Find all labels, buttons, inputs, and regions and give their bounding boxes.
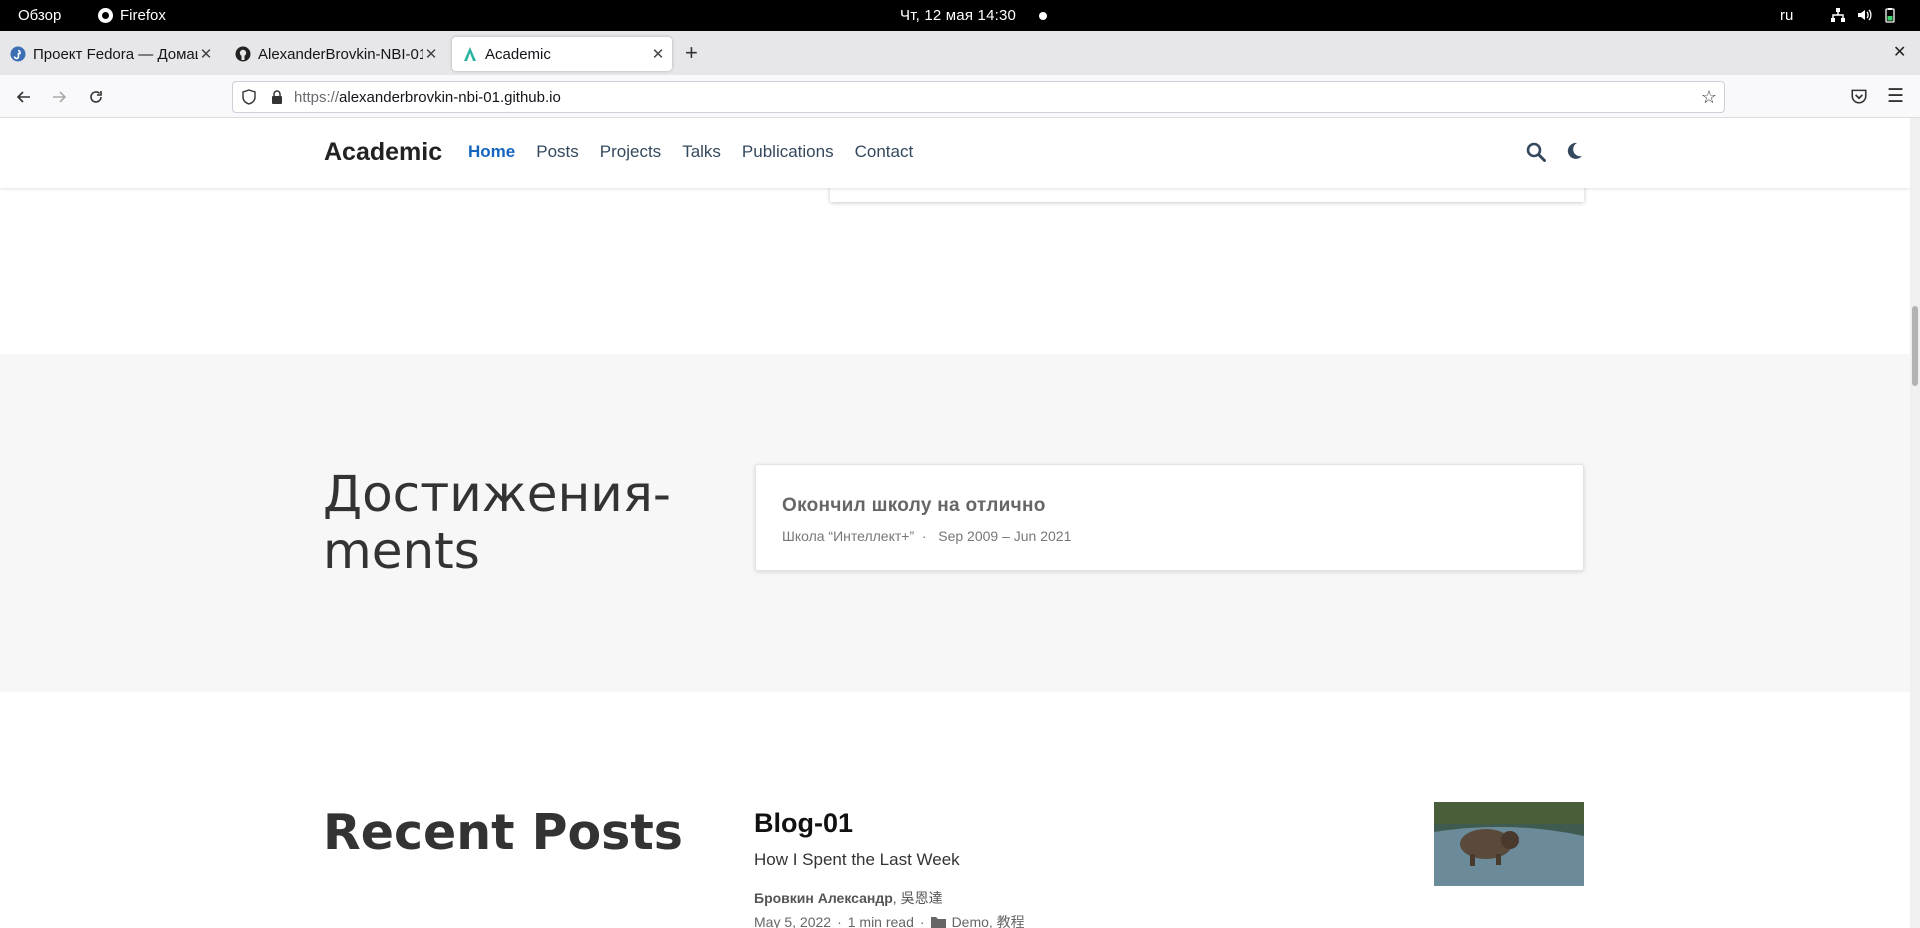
- shield-icon[interactable]: [241, 89, 257, 105]
- back-button[interactable]: [13, 86, 35, 108]
- achievement-card: Окончил школу на отлично Школа “Интеллек…: [755, 464, 1584, 571]
- post-summary[interactable]: How I Spent the Last Week: [754, 850, 960, 870]
- reload-button[interactable]: [85, 86, 107, 108]
- site-brand[interactable]: Academic: [324, 138, 442, 167]
- tab-strip: Проект Fedora — Домаш ✕ AlexanderBrovkin…: [0, 31, 1920, 75]
- network-icon: [1831, 8, 1845, 22]
- site-navbar: Academic Home Posts Projects Talks Publi…: [0, 118, 1910, 188]
- academic-icon: [464, 47, 476, 61]
- achievement-org: Школа “Интеллект+”: [782, 528, 915, 544]
- post-title-link[interactable]: Blog-01: [754, 808, 853, 839]
- app-name: Firefox: [120, 7, 166, 24]
- nav-publications[interactable]: Publications: [742, 142, 834, 162]
- achievement-title: Окончил школу на отлично: [782, 495, 1046, 516]
- achievements-section: Достижения- ments Окончил школу на отлич…: [0, 354, 1910, 692]
- volume-icon: [1858, 9, 1872, 21]
- nav-posts[interactable]: Posts: [536, 142, 579, 162]
- recent-posts-title: Recent Posts: [323, 804, 683, 861]
- tab-label: Проект Fedora — Домаш: [33, 45, 198, 63]
- post-author-link[interactable]: Бровкин Александр: [754, 890, 893, 906]
- github-icon: [235, 46, 251, 62]
- hamburger-menu-icon[interactable]: ☰: [1887, 85, 1904, 108]
- arrow-left-icon: [16, 91, 30, 103]
- system-tray[interactable]: [1830, 7, 1898, 23]
- close-icon[interactable]: ✕: [198, 45, 214, 63]
- post-categories[interactable]: Demo, 教程: [952, 912, 1025, 928]
- battery-icon: [1885, 8, 1895, 23]
- navigation-toolbar: https://alexanderbrovkin-nbi-01.github.i…: [0, 75, 1920, 118]
- forward-button[interactable]: [48, 86, 70, 108]
- nav-contact[interactable]: Contact: [855, 142, 914, 162]
- achievement-meta: Школа “Интеллект+” · Sep 2009 – Jun 2021: [782, 528, 1072, 544]
- notification-dot: [1039, 12, 1047, 20]
- post-date: May 5, 2022: [754, 914, 832, 928]
- activities-button[interactable]: Обзор: [18, 7, 61, 24]
- bookmark-star-icon[interactable]: ☆: [1701, 87, 1717, 108]
- lock-icon[interactable]: [269, 89, 285, 105]
- moon-icon[interactable]: [1565, 142, 1583, 160]
- page-viewport: Academic Home Posts Projects Talks Publi…: [0, 118, 1910, 928]
- nav-home[interactable]: Home: [468, 142, 515, 162]
- keyboard-layout-indicator[interactable]: ru: [1780, 7, 1793, 24]
- window-close-button[interactable]: ✕: [1893, 42, 1906, 62]
- close-icon[interactable]: ✕: [423, 45, 439, 63]
- scrollbar-thumb[interactable]: [1912, 306, 1918, 386]
- search-icon[interactable]: [1526, 142, 1546, 162]
- url-text: https://alexanderbrovkin-nbi-01.github.i…: [294, 89, 561, 106]
- post-meta: May 5, 2022 · 1 min read · Demo, 教程: [754, 912, 1025, 928]
- fedora-icon: [10, 46, 26, 62]
- firefox-icon: [98, 8, 113, 23]
- site-nav-links: Home Posts Projects Talks Publications C…: [468, 142, 913, 162]
- tab-label: Academic: [485, 45, 551, 63]
- folder-icon: [930, 917, 946, 928]
- tab-fedora[interactable]: Проект Fedora — Домаш ✕: [0, 37, 220, 71]
- address-bar[interactable]: https://alexanderbrovkin-nbi-01.github.i…: [232, 81, 1725, 113]
- system-top-bar: Обзор Firefox Чт, 12 мая 14:30 ru: [0, 0, 1920, 31]
- app-menu[interactable]: Firefox: [98, 7, 166, 24]
- page-scrollbar[interactable]: [1910, 118, 1920, 928]
- nav-projects[interactable]: Projects: [600, 142, 661, 162]
- post-thumbnail-image[interactable]: [1434, 802, 1584, 886]
- tab-github[interactable]: AlexanderBrovkin-NBI-01 ✕: [225, 37, 445, 71]
- reload-icon: [90, 91, 102, 103]
- tab-academic[interactable]: Academic ✕: [452, 37, 672, 71]
- tab-label: AlexanderBrovkin-NBI-01: [258, 45, 423, 63]
- achievement-dates: Sep 2009 – Jun 2021: [938, 528, 1072, 544]
- post-read-time: 1 min read: [847, 914, 914, 928]
- post-authors: Бровкин Александр, 吳恩達: [754, 890, 943, 906]
- pocket-icon[interactable]: [1850, 87, 1868, 105]
- clock[interactable]: Чт, 12 мая 14:30: [900, 7, 1016, 24]
- section-title: Достижения- ments: [323, 465, 671, 580]
- nav-talks[interactable]: Talks: [682, 142, 721, 162]
- arrow-right-icon: [53, 91, 67, 103]
- new-tab-button[interactable]: +: [685, 41, 698, 65]
- close-icon[interactable]: ✕: [650, 45, 666, 63]
